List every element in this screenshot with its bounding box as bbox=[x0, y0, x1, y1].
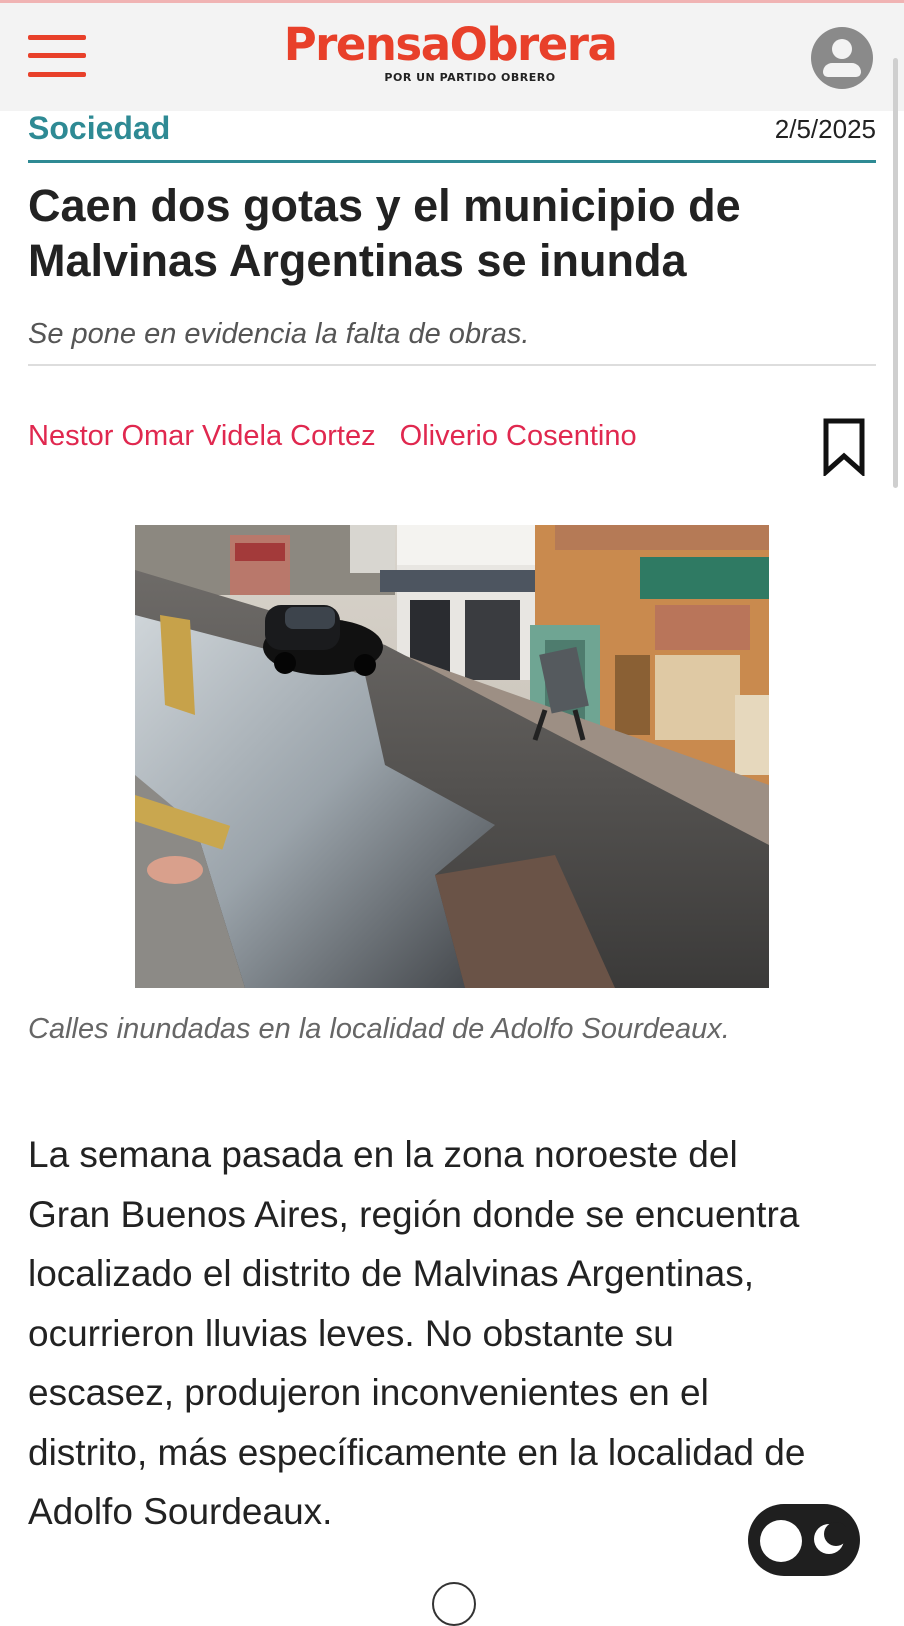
scrollbar[interactable] bbox=[893, 58, 898, 488]
expand-icon[interactable] bbox=[432, 1582, 476, 1626]
user-avatar-icon[interactable] bbox=[811, 27, 873, 89]
site-logo[interactable]: PrensaObrera POR UN PARTIDO OBRERO bbox=[238, 17, 662, 97]
article-headline: Caen dos gotas y el municipio de Malvina… bbox=[28, 180, 741, 286]
dark-mode-toggle-icon[interactable] bbox=[748, 1504, 860, 1576]
image-caption: Calles inundadas en la localidad de Adol… bbox=[28, 1013, 730, 1045]
author-link[interactable]: Oliverio Cosentino bbox=[400, 420, 637, 452]
article-photo bbox=[135, 525, 769, 988]
toggle-knob bbox=[760, 1520, 802, 1562]
logo-tagline: POR UN PARTIDO OBRERO bbox=[384, 71, 556, 84]
bookmark-icon[interactable] bbox=[822, 418, 866, 478]
article-body-paragraph: La semana pasada en la zona noroeste del… bbox=[28, 1134, 806, 1532]
article-meta-row: Sociedad 2/5/2025 bbox=[28, 108, 876, 163]
section-link[interactable]: Sociedad bbox=[28, 110, 170, 147]
article-date: 2/5/2025 bbox=[774, 114, 876, 144]
hamburger-menu-icon[interactable] bbox=[28, 35, 86, 79]
article-subtitle: Se pone en evidencia la falta de obras. bbox=[28, 318, 530, 350]
logo-wordmark: PrensaObrera bbox=[283, 18, 618, 71]
article-authors: Nestor Omar Videla Cortez Oliverio Cosen… bbox=[28, 420, 653, 453]
moon-icon bbox=[814, 1522, 846, 1554]
site-header: PrensaObrera POR UN PARTIDO OBRERO bbox=[0, 3, 904, 111]
divider bbox=[28, 364, 876, 366]
author-link[interactable]: Nestor Omar Videla Cortez bbox=[28, 420, 376, 452]
